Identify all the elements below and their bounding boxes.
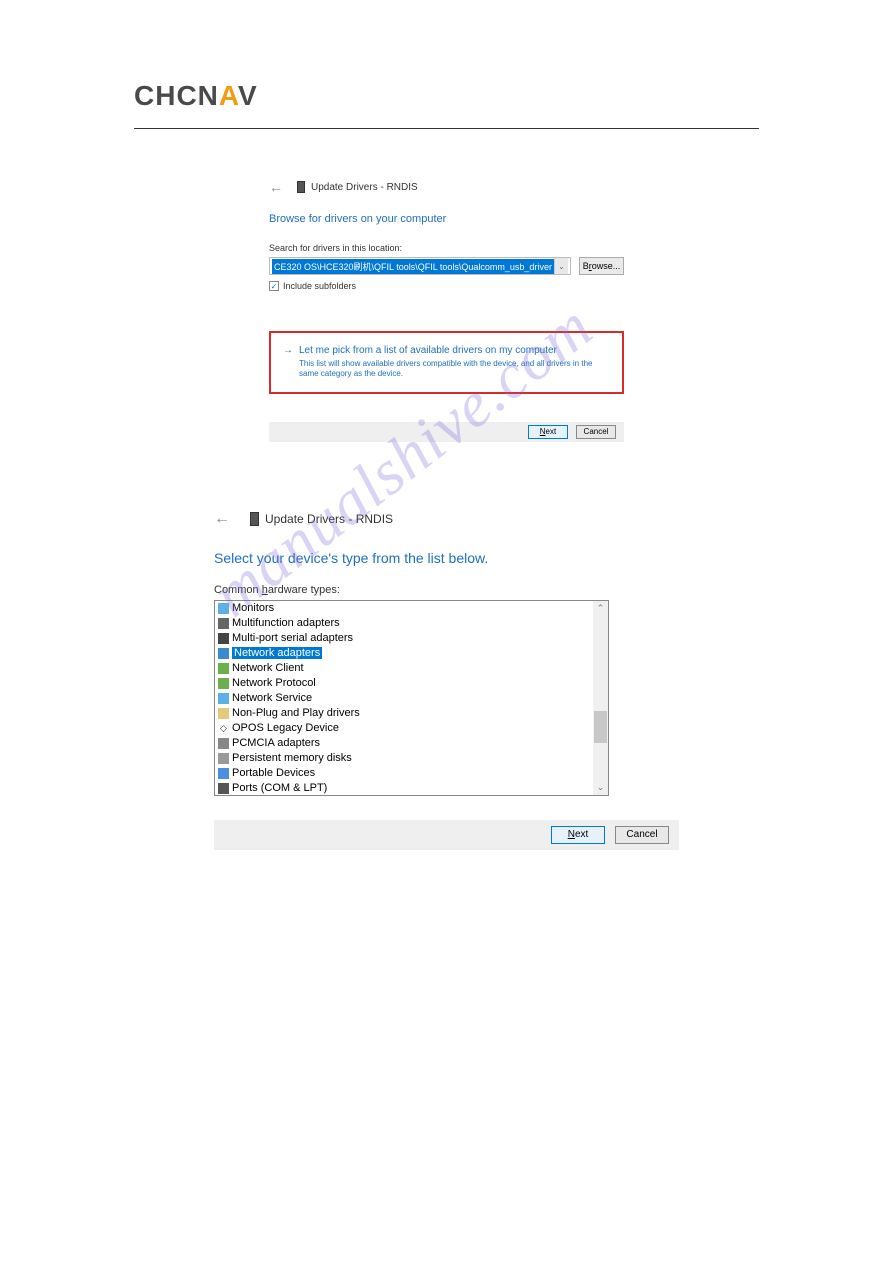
- search-location-label: Search for drivers in this location:: [269, 243, 624, 253]
- list-item[interactable]: Network Service: [215, 691, 593, 706]
- list-item[interactable]: PCMCIA adapters: [215, 736, 593, 751]
- nonpnp-icon: [218, 708, 229, 719]
- update-drivers-browse-dialog: ← Update Drivers - RNDIS Browse for driv…: [269, 179, 624, 442]
- portable-device-icon: [218, 768, 229, 779]
- list-item[interactable]: Non-Plug and Play drivers: [215, 706, 593, 721]
- list-item[interactable]: Portable Devices: [215, 766, 593, 781]
- list-item[interactable]: Multifunction adapters: [215, 616, 593, 631]
- chevron-down-icon[interactable]: ⌄: [554, 258, 568, 274]
- divider: [134, 128, 759, 129]
- cancel-button[interactable]: Cancel: [576, 425, 616, 439]
- scrollbar-thumb[interactable]: [594, 711, 607, 743]
- serial-icon: [218, 633, 229, 644]
- update-drivers-select-type-dialog: ← Update Drivers - RNDIS Select your dev…: [214, 510, 679, 850]
- scroll-up-icon[interactable]: ⌃: [597, 603, 605, 614]
- network-protocol-icon: [218, 678, 229, 689]
- dialog-heading: Browse for drivers on your computer: [269, 213, 624, 225]
- arrow-right-icon: →: [283, 345, 293, 356]
- driver-path-combobox[interactable]: CE320 OS\HCE320刷机\QFIL tools\QFIL tools\…: [269, 257, 571, 275]
- list-item[interactable]: Network Client: [215, 661, 593, 676]
- dialog-heading: Select your device's type from the list …: [214, 550, 679, 566]
- let-me-pick-option[interactable]: → Let me pick from a list of available d…: [283, 345, 610, 380]
- cancel-button[interactable]: Cancel: [615, 826, 669, 844]
- network-service-icon: [218, 693, 229, 704]
- list-item[interactable]: Persistent memory disks: [215, 751, 593, 766]
- network-adapter-icon: [218, 648, 229, 659]
- browse-button[interactable]: Browse...: [579, 257, 624, 275]
- list-item[interactable]: Monitors: [215, 601, 593, 616]
- brand-logo: CHCNAV: [134, 80, 759, 112]
- next-button[interactable]: Next: [551, 826, 605, 844]
- list-item-selected[interactable]: Network adapters: [215, 646, 593, 661]
- list-item[interactable]: Ports (COM & LPT): [215, 781, 593, 795]
- next-button[interactable]: Next: [528, 425, 568, 439]
- back-icon[interactable]: ←: [214, 510, 230, 528]
- opos-icon: ◇: [218, 723, 229, 734]
- highlighted-option-box: → Let me pick from a list of available d…: [269, 331, 624, 394]
- checkmark-icon: ✓: [269, 281, 279, 291]
- dialog-title: Update Drivers - RNDIS: [265, 512, 393, 526]
- scroll-down-icon[interactable]: ⌄: [597, 782, 605, 793]
- dialog-title: Update Drivers - RNDIS: [311, 182, 418, 193]
- hardware-types-listbox[interactable]: Monitors Multifunction adapters Multi-po…: [214, 600, 609, 796]
- include-subfolders-checkbox[interactable]: ✓ Include subfolders: [269, 281, 624, 291]
- back-icon[interactable]: ←: [269, 179, 283, 195]
- list-item[interactable]: ◇OPOS Legacy Device: [215, 721, 593, 736]
- button-bar: Next Cancel: [269, 422, 624, 442]
- multifunction-icon: [218, 618, 229, 629]
- monitor-icon: [218, 603, 229, 614]
- pcmcia-icon: [218, 738, 229, 749]
- list-item[interactable]: Multi-port serial adapters: [215, 631, 593, 646]
- button-bar: Next Cancel: [214, 820, 679, 850]
- scrollbar[interactable]: ⌃ ⌄: [593, 601, 608, 795]
- ports-icon: [218, 783, 229, 794]
- list-item[interactable]: Network Protocol: [215, 676, 593, 691]
- device-icon: [250, 512, 259, 526]
- network-client-icon: [218, 663, 229, 674]
- device-icon: [297, 181, 305, 193]
- persistent-disk-icon: [218, 753, 229, 764]
- common-hardware-label: Common hardware types:: [214, 584, 679, 596]
